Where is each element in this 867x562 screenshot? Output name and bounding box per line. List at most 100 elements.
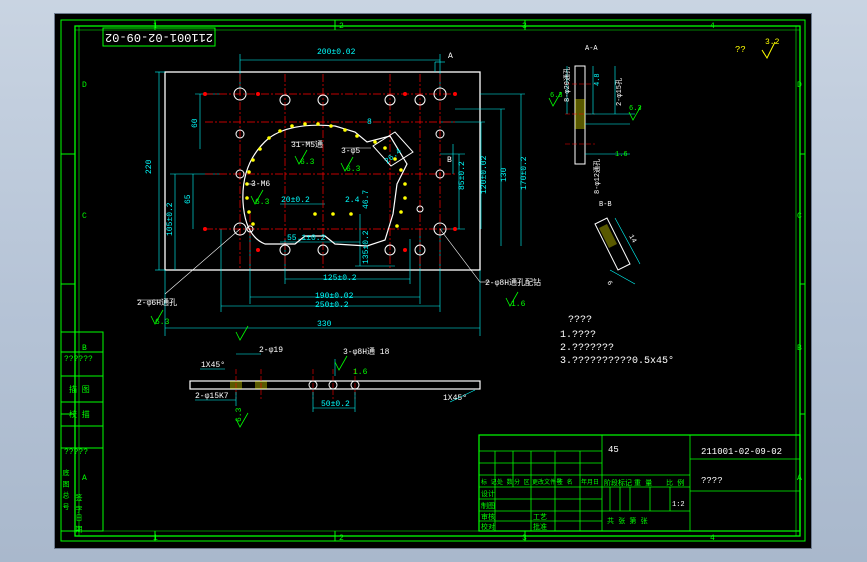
- side-cell-6: 日 期: [74, 514, 83, 533]
- roughness-value: 3.2: [765, 38, 780, 47]
- drawing-viewport[interactable]: 1 2 3 4 1 2 3 4 D C B A D C B A 211001-0…: [55, 14, 811, 548]
- side-phi8: 3-φ8H通 18: [343, 346, 390, 357]
- callout-m6: 3-M6: [251, 180, 270, 189]
- section-aa-8phi12: 8-φ12通孔: [592, 159, 602, 194]
- side-cell-2: 校 描: [69, 409, 90, 420]
- section-b-mark: B: [447, 156, 452, 165]
- side-chamfer-left: 1X45°: [201, 361, 225, 370]
- notes-item-3: 3.??????????0.5x45°: [560, 355, 674, 367]
- roughness-phi8: 1.6: [511, 300, 526, 309]
- callout-phi5: 3-φ5: [341, 147, 360, 156]
- section-b-b-view: B-B 14 6: [594, 201, 641, 288]
- zone-top-4: 4: [710, 22, 715, 31]
- cad-drawing: 1 2 3 4 1 2 3 4 D C B A D C B A 211001-0…: [60, 19, 806, 543]
- dim-200: 200±0.02: [317, 48, 356, 57]
- title-head-0: 阶段标记: [604, 478, 632, 488]
- side-revision-labels: ?????? 描 图 校 描 ????? 底 图 总 号 签 字 日 期: [61, 355, 93, 533]
- side-cell-0: ??????: [64, 355, 93, 364]
- roughness-phi6: 6.3: [155, 318, 170, 327]
- dim-190: 190±0.02: [315, 292, 354, 301]
- section-a-a-view: A-A 8-φ20通孔 4.8 2-φ15孔 6.3 6.3 8-φ12通孔 1…: [548, 45, 642, 194]
- title-cell-5: 批准: [533, 522, 547, 532]
- roughness-m5: 6.3: [300, 158, 315, 167]
- section-aa-8phi20: 8-φ20通孔: [562, 67, 572, 102]
- section-bb-6: 6: [604, 280, 613, 288]
- side-cell-3: ?????: [64, 448, 88, 457]
- dim-105: 105±0.2: [166, 202, 175, 236]
- drawing-code-box: 211001-02-09-02: [102, 27, 216, 47]
- title-material: 45: [608, 445, 619, 455]
- title-head-2: 比 例: [666, 478, 684, 488]
- title-block: 45 211001-02-09-02 ???? 1:2 阶段标记 重 量 比 例…: [478, 434, 801, 532]
- side-cell-1: 描 图: [69, 384, 90, 395]
- zone-top-2: 2: [339, 22, 344, 31]
- zone-right-b: B: [797, 344, 802, 353]
- zone-bottom-2: 2: [339, 534, 344, 543]
- section-a-mark: A: [448, 52, 453, 61]
- section-bb-14: 14: [626, 234, 637, 245]
- side-roughness-16: 1.6: [353, 368, 368, 377]
- dim-20: 20±0.2: [281, 196, 310, 205]
- zone-right-c: C: [797, 212, 802, 221]
- section-aa-roughness-16: 1.6: [615, 151, 628, 159]
- title-row-5: 年月日: [581, 478, 599, 486]
- dim-170: 170±0.2: [520, 156, 529, 190]
- title-cell-1: 制图: [481, 501, 495, 511]
- roughness-m6: 6.3: [255, 198, 270, 207]
- notes-item-2: 2.???????: [560, 343, 614, 354]
- section-aa-label: A-A: [585, 45, 598, 53]
- side-cell-4: 底 图 总 号: [61, 468, 70, 511]
- dim-60: 60: [191, 118, 200, 128]
- title-name: ????: [701, 476, 723, 486]
- title-cell-3: 校对: [481, 522, 495, 532]
- drawing-code-upside-down: 211001-02-09-02: [105, 30, 213, 44]
- title-row-0: 标 记: [481, 478, 497, 486]
- title-code: 211001-02-09-02: [701, 447, 782, 457]
- side-phi19: 2-φ19: [259, 346, 283, 355]
- zone-right-d: D: [797, 81, 802, 90]
- callout-phi8-right: 2-φ8H通孔配钻: [485, 277, 541, 288]
- zone-top-3: 3: [522, 22, 527, 31]
- title-share: 共 张 第 张: [607, 516, 648, 526]
- title-cell-4: 工艺: [533, 513, 547, 522]
- title-row-4: 签 名: [557, 478, 573, 486]
- dim-220: 220: [145, 159, 154, 174]
- side-dim-50: 50±0.2: [321, 400, 350, 409]
- roughness-prefix: ??: [735, 45, 746, 55]
- callout-m5: 31-M5通: [291, 139, 323, 150]
- zone-left-d: D: [82, 81, 87, 90]
- side-cell-5: 签 字: [74, 493, 83, 512]
- zone-left-a: A: [82, 474, 87, 483]
- zone-bottom-4: 4: [710, 534, 715, 543]
- section-bb-label: B-B: [599, 201, 612, 209]
- dim-65: 65: [184, 194, 193, 204]
- general-roughness: ?? 3.2: [735, 38, 780, 60]
- zone-bottom-3: 3: [522, 534, 527, 543]
- drawing-frame: [60, 19, 806, 542]
- dim-250: 250±0.2: [315, 301, 349, 310]
- notes-title: ????: [568, 315, 592, 326]
- dim-26-4: 26.4: [383, 147, 404, 166]
- dim-135: 135±0.2: [362, 230, 371, 264]
- title-row-1: 处 数: [497, 478, 513, 486]
- zone-left-c: C: [82, 212, 87, 221]
- dim-125: 125±0.2: [323, 274, 357, 283]
- section-aa-4-8: 4.8: [594, 73, 602, 86]
- title-cell-0: 设计: [481, 489, 495, 499]
- title-cell-2: 审核: [481, 512, 495, 522]
- title-row-2: 分 区: [514, 478, 530, 486]
- roughness-phi5: 6.3: [346, 165, 361, 174]
- title-head-1: 重 量: [634, 479, 652, 488]
- zone-top-1: 1: [153, 22, 158, 31]
- side-view: 2-φ19 1X45° 3-φ8H通 18 1.6 2-φ15K7 50±0.2…: [189, 325, 481, 428]
- section-aa-2phi15: 2-φ15孔: [615, 78, 624, 106]
- callout-phi6-left: 2-φ6H通孔: [137, 297, 177, 308]
- dim-46-7: 46.7: [362, 190, 371, 209]
- notes-item-1: 1.????: [560, 330, 596, 341]
- side-phi15: 2-φ15K7: [195, 392, 229, 401]
- main-plate-view: 200±0.02 220 60 105±0.2 65 20±0.2 2.4 46…: [137, 48, 541, 336]
- dim-2-4: 2.4: [345, 196, 360, 205]
- dim-330: 330: [317, 320, 332, 329]
- dim-130: 130: [500, 167, 509, 182]
- dim-8: 8: [367, 118, 372, 127]
